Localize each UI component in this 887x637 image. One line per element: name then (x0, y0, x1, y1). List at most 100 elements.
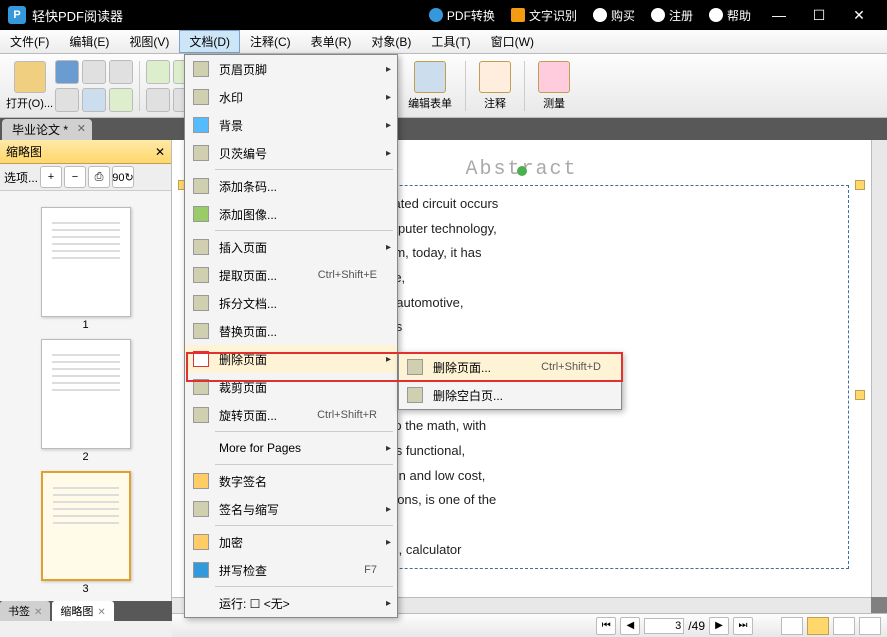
help-icon (709, 8, 723, 22)
ocr-button[interactable]: 文字识别 (503, 7, 585, 24)
document-tab[interactable]: 毕业论文 * ✕ (2, 119, 92, 140)
undo-icon[interactable] (146, 60, 170, 84)
measure-button[interactable]: 测量 (531, 56, 577, 116)
menu-object[interactable]: 对象(B) (361, 30, 421, 53)
edit-form-button[interactable]: 编辑表单 (401, 56, 459, 116)
user-icon (651, 8, 665, 22)
export-icon[interactable] (109, 88, 133, 112)
menu-sign[interactable]: 数字签名 (185, 467, 397, 495)
submenu-delete-page[interactable]: 删除页面...Ctrl+Shift+D (399, 353, 621, 381)
close-button[interactable]: ✕ (839, 7, 879, 24)
menu-file[interactable]: 文件(F) (0, 30, 59, 53)
delete-page-submenu: 删除页面...Ctrl+Shift+D 删除空白页... (398, 352, 622, 410)
single-page-view-button[interactable] (781, 617, 803, 635)
save-icon[interactable] (55, 60, 79, 84)
convert-icon (429, 8, 443, 22)
bookmark-tab[interactable]: 书签✕ (0, 601, 50, 621)
thumb-print-icon[interactable]: ⎙ (88, 166, 110, 188)
close-icon[interactable]: ✕ (34, 607, 42, 618)
thumbnail-page[interactable] (41, 339, 131, 449)
pdf-convert-button[interactable]: PDF转换 (421, 7, 503, 24)
thumbnail-page-selected[interactable] (41, 471, 131, 581)
menu-image[interactable]: 添加图像... (185, 200, 397, 228)
side-panel-tabs: 书签✕ 缩略图✕ (0, 601, 172, 621)
thumbnail-number: 2 (8, 451, 163, 463)
rotate-handle-icon[interactable] (517, 166, 527, 176)
menu-split[interactable]: 拆分文档... (185, 289, 397, 317)
menu-replace-page[interactable]: 替换页面... (185, 317, 397, 345)
tab-close-icon[interactable]: ✕ (77, 122, 86, 135)
document-tabs: 毕业论文 * ✕ (0, 118, 887, 140)
next-page-button[interactable]: ▶ (709, 617, 729, 635)
menu-encrypt[interactable]: 加密▸ (185, 528, 397, 556)
menu-extract-page[interactable]: 提取页面...Ctrl+Shift+E (185, 261, 397, 289)
menu-more-pages[interactable]: More for Pages▸ (185, 434, 397, 462)
buy-button[interactable]: 购买 (585, 7, 643, 24)
menu-document[interactable]: 文档(D) (179, 30, 240, 53)
copy-icon[interactable] (146, 88, 170, 112)
continuous-view-button[interactable] (807, 617, 829, 635)
delete-page-icon (407, 359, 423, 375)
thumbnail-page[interactable] (41, 207, 131, 317)
submenu-delete-blank[interactable]: 删除空白页... (399, 381, 621, 409)
printer-icon[interactable] (55, 88, 79, 112)
menu-tools[interactable]: 工具(T) (421, 30, 480, 53)
menu-crop-page[interactable]: 裁剪页面 (185, 373, 397, 401)
menu-signature[interactable]: 签名与缩写▸ (185, 495, 397, 523)
thumbnail-header: 缩略图 ✕ (0, 140, 171, 164)
tab-label: 毕业论文 * (12, 123, 68, 137)
menu-delete-page[interactable]: 删除页面▸ (185, 345, 397, 373)
menu-background[interactable]: 背景▸ (185, 111, 397, 139)
measure-icon (538, 61, 570, 93)
menu-rotate-page[interactable]: 旋转页面...Ctrl+Shift+R (185, 401, 397, 429)
open-icon[interactable] (14, 61, 46, 93)
menu-comment[interactable]: 注释(C) (240, 30, 301, 53)
menu-form[interactable]: 表单(R) (301, 30, 362, 53)
menu-edit[interactable]: 编辑(E) (59, 30, 119, 53)
panel-close-icon[interactable]: ✕ (155, 145, 165, 159)
menu-header-footer[interactable]: 页眉页脚▸ (185, 55, 397, 83)
menu-watermark[interactable]: 水印▸ (185, 83, 397, 111)
signature-icon (193, 501, 209, 517)
ocr-icon (511, 8, 525, 22)
thumbnail-tab[interactable]: 缩略图✕ (52, 601, 113, 621)
image-icon (193, 206, 209, 222)
menu-bates[interactable]: 贝茨编号▸ (185, 139, 397, 167)
page-number-input[interactable] (644, 618, 684, 634)
menu-run[interactable]: 运行: ☐ <无>▸ (185, 589, 397, 617)
two-page-view-button[interactable] (833, 617, 855, 635)
thumb-zoom-out-icon[interactable]: − (64, 166, 86, 188)
annotate-button[interactable]: 注释 (472, 56, 518, 116)
sign-icon (193, 473, 209, 489)
vertical-scrollbar[interactable] (871, 140, 887, 597)
minimize-button[interactable]: — (759, 7, 799, 23)
menu-barcode[interactable]: 添加条码... (185, 172, 397, 200)
thumb-rotate-icon[interactable]: 90↻ (112, 166, 134, 188)
open-label: 打开(O)... (6, 95, 53, 111)
thumb-zoom-in-icon[interactable]: + (40, 166, 62, 188)
app-title: 轻快PDF阅读器 (32, 6, 123, 25)
options-label[interactable]: 选项... (4, 169, 38, 186)
first-page-button[interactable]: ⏮ (596, 617, 616, 635)
page-total: /49 (688, 619, 705, 633)
yen-icon (593, 8, 607, 22)
print-icon[interactable] (82, 60, 106, 84)
scan-icon[interactable] (109, 60, 133, 84)
thumbnail-toolbar: 选项... + − ⎙ 90↻ (0, 164, 171, 191)
help-button[interactable]: 帮助 (701, 7, 759, 24)
delete-page-icon (193, 351, 209, 367)
menu-window[interactable]: 窗口(W) (481, 30, 544, 53)
resize-handle[interactable] (855, 180, 865, 190)
last-page-button[interactable]: ⏭ (733, 617, 753, 635)
barcode-icon (193, 178, 209, 194)
fullscreen-button[interactable] (859, 617, 881, 635)
close-icon[interactable]: ✕ (97, 607, 105, 618)
menu-spell[interactable]: 拼写检查F7 (185, 556, 397, 584)
mail-icon[interactable] (82, 88, 106, 112)
register-button[interactable]: 注册 (643, 7, 701, 24)
menu-view[interactable]: 视图(V) (119, 30, 179, 53)
menu-insert-page[interactable]: 插入页面▸ (185, 233, 397, 261)
maximize-button[interactable]: ☐ (799, 7, 839, 24)
prev-page-button[interactable]: ◀ (620, 617, 640, 635)
resize-handle[interactable] (855, 390, 865, 400)
